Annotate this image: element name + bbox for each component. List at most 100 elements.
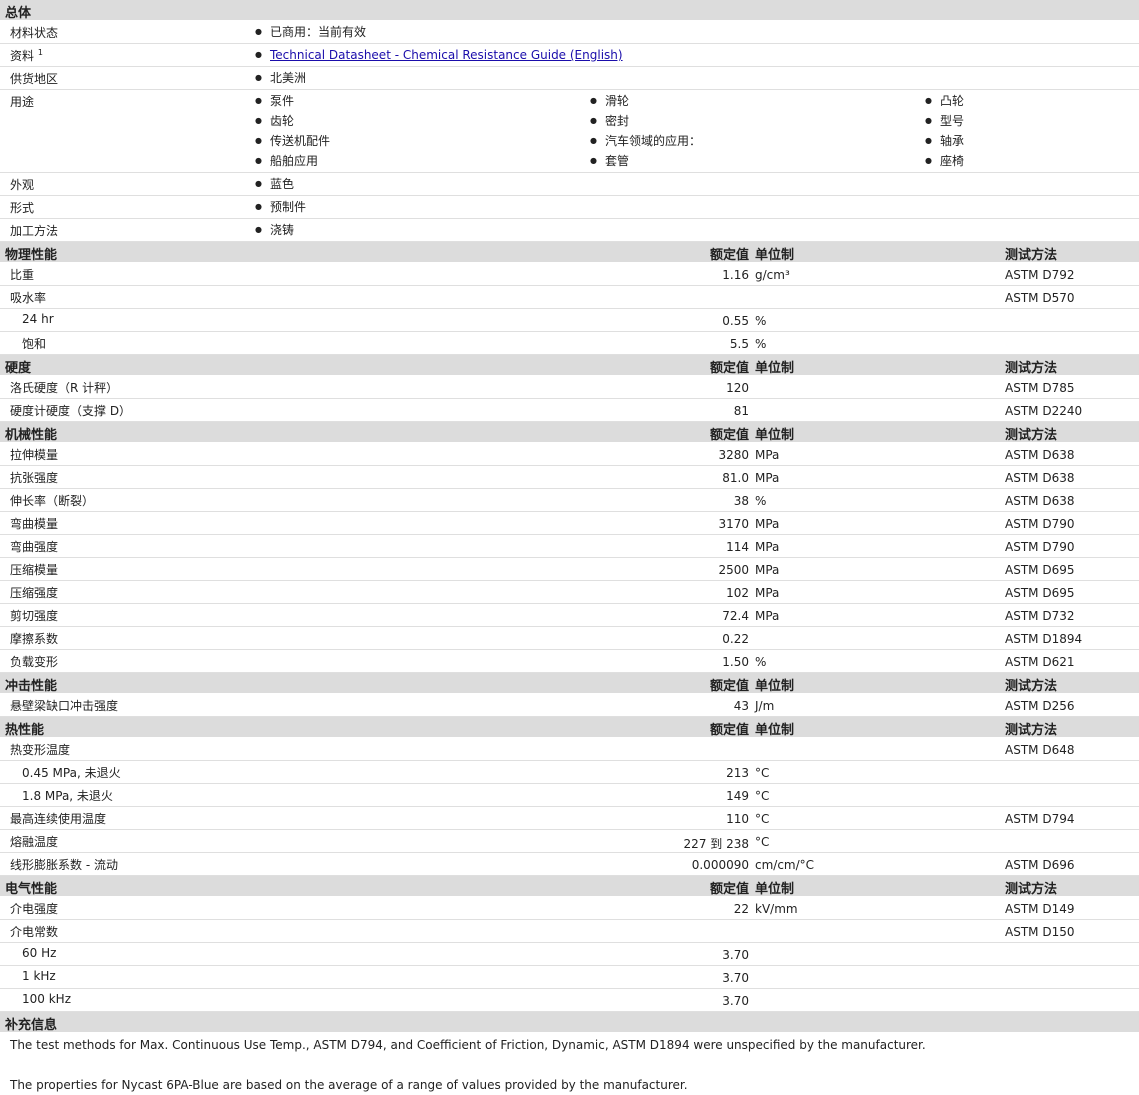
row-label: 材料状态 xyxy=(10,26,59,40)
list-item: 浇铸 xyxy=(255,220,294,240)
property-label: 弯曲强度 xyxy=(10,540,59,554)
row-label: 用途 xyxy=(10,95,35,109)
list-item: 蓝色 xyxy=(255,174,294,194)
property-value: 81.0 xyxy=(722,471,749,485)
section-header-mechanical: 机械性能 额定值 单位制 测试方法 xyxy=(0,422,1139,443)
uses-list-col2: 滑轮 密封 汽车领域的应用： 套管 xyxy=(590,91,701,171)
note-text: The test methods for Max. Continuous Use… xyxy=(10,1038,926,1052)
property-unit: MPa xyxy=(755,609,780,623)
property-unit: % xyxy=(755,655,767,669)
property-label: 比重 xyxy=(10,268,35,282)
property-label: 24 hr xyxy=(22,312,54,326)
section-title: 总体 xyxy=(5,6,32,21)
property-unit: MPa xyxy=(755,448,780,462)
test-method: ASTM D570 xyxy=(1005,291,1075,305)
property-label: 1 kHz xyxy=(22,969,56,983)
property-row: 弯曲强度 114 MPa ASTM D790 xyxy=(0,535,1139,558)
property-row: 洛氏硬度（R 计秤） 120 ASTM D785 xyxy=(0,376,1139,399)
property-value: 114 xyxy=(726,540,749,554)
datasheet-link[interactable]: Technical Datasheet - Chemical Resistanc… xyxy=(270,48,623,62)
header-method: 测试方法 xyxy=(1005,248,1058,263)
property-value: 213 xyxy=(726,766,749,780)
row-label: 供货地区 xyxy=(10,72,59,86)
test-method: ASTM D695 xyxy=(1005,563,1075,577)
test-method: ASTM D638 xyxy=(1005,448,1075,462)
property-label: 1.8 MPa, 未退火 xyxy=(22,789,113,803)
section-title: 热性能 xyxy=(5,723,45,738)
list-item: Technical Datasheet - Chemical Resistanc… xyxy=(255,45,623,65)
header-method: 测试方法 xyxy=(1005,723,1058,738)
row-forms: 形式 预制件 xyxy=(0,196,1139,219)
list-item: 套管 xyxy=(590,151,701,171)
property-label: 负载变形 xyxy=(10,655,59,669)
section-title: 电气性能 xyxy=(5,882,58,897)
property-label: 摩擦系数 xyxy=(10,632,59,646)
row-uses: 用途 泵件 齿轮 传送机配件 船舶应用 滑轮 密封 汽车领域的应用： 套管 凸轮… xyxy=(0,90,1139,173)
header-unit: 单位制 xyxy=(755,679,795,694)
property-label: 介电常数 xyxy=(10,925,59,939)
property-row: 60 Hz 3.70 xyxy=(0,943,1139,966)
section-title: 机械性能 xyxy=(5,428,58,443)
property-row: 硬度计硬度（支撑 D） 81 ASTM D2240 xyxy=(0,399,1139,422)
list-item: 汽车领域的应用： xyxy=(590,131,701,151)
property-row: 剪切强度 72.4 MPa ASTM D732 xyxy=(0,604,1139,627)
section-header-electrical: 电气性能 额定值 单位制 测试方法 xyxy=(0,876,1139,897)
section-header-thermal: 热性能 额定值 单位制 测试方法 xyxy=(0,717,1139,738)
list-item: 北美洲 xyxy=(255,68,306,88)
header-nominal: 额定值 xyxy=(709,723,749,738)
property-label: 最高连续使用温度 xyxy=(10,812,107,826)
header-method: 测试方法 xyxy=(1005,361,1058,376)
property-label: 热变形温度 xyxy=(10,743,71,757)
property-value: 22 xyxy=(733,902,749,916)
property-value: 0.55 xyxy=(722,314,749,328)
property-value: 3170 xyxy=(718,517,749,531)
property-row: 悬壁梁缺口冲击强度 43 J/m ASTM D256 xyxy=(0,694,1139,717)
property-label: 悬壁梁缺口冲击强度 xyxy=(10,699,119,713)
property-value: 120 xyxy=(726,381,749,395)
header-nominal: 额定值 xyxy=(709,361,749,376)
section-title: 硬度 xyxy=(5,361,32,376)
property-label: 抗张强度 xyxy=(10,471,59,485)
property-value: 38 xyxy=(733,494,749,508)
test-method: ASTM D790 xyxy=(1005,517,1075,531)
test-method: ASTM D792 xyxy=(1005,268,1075,282)
property-value: 1.50 xyxy=(722,655,749,669)
property-label: 弯曲模量 xyxy=(10,517,59,531)
property-unit: °C xyxy=(755,789,770,803)
test-method: ASTM D695 xyxy=(1005,586,1075,600)
property-row: 压缩模量 2500 MPa ASTM D695 xyxy=(0,558,1139,581)
property-label: 压缩强度 xyxy=(10,586,59,600)
property-label: 伸长率（断裂） xyxy=(10,494,95,508)
section-header-general: 总体 xyxy=(0,0,1139,21)
property-label: 0.45 MPa, 未退火 xyxy=(22,766,121,780)
test-method: ASTM D638 xyxy=(1005,494,1075,508)
supplemental-notes: The test methods for Max. Continuous Use… xyxy=(0,1033,1139,1095)
property-row: 负载变形 1.50% ASTM D621 xyxy=(0,650,1139,673)
test-method: ASTM D150 xyxy=(1005,925,1075,939)
section-header-hardness: 硬度 额定值 单位制 测试方法 xyxy=(0,355,1139,376)
property-row: 摩擦系数 0.22 ASTM D1894 xyxy=(0,627,1139,650)
section-title: 物理性能 xyxy=(5,248,58,263)
property-row: 最高连续使用温度 110 °C ASTM D794 xyxy=(0,807,1139,830)
property-unit: MPa xyxy=(755,471,780,485)
property-unit: % xyxy=(755,494,767,508)
property-unit: g/cm³ xyxy=(755,268,790,282)
test-method: ASTM D732 xyxy=(1005,609,1075,623)
test-method: ASTM D790 xyxy=(1005,540,1075,554)
row-label: 外观 xyxy=(10,178,35,192)
bullet-list: 蓝色 xyxy=(255,174,294,194)
property-row: 1.8 MPa, 未退火 149 °C xyxy=(0,784,1139,807)
header-unit: 单位制 xyxy=(755,723,795,738)
property-unit: MPa xyxy=(755,563,780,577)
header-method: 测试方法 xyxy=(1005,679,1058,694)
list-item: 密封 xyxy=(590,111,701,131)
property-value: 227 到 238 xyxy=(683,837,749,851)
property-row: 0.45 MPa, 未退火 213 °C xyxy=(0,761,1139,784)
header-unit: 单位制 xyxy=(755,248,795,263)
row-appearance: 外观 蓝色 xyxy=(0,173,1139,196)
property-value: 2500 xyxy=(718,563,749,577)
section-header-supplemental: 补充信息 xyxy=(0,1012,1139,1033)
header-method: 测试方法 xyxy=(1005,428,1058,443)
property-row: 熔融温度 227 到 238 °C xyxy=(0,830,1139,853)
header-unit: 单位制 xyxy=(755,428,795,443)
